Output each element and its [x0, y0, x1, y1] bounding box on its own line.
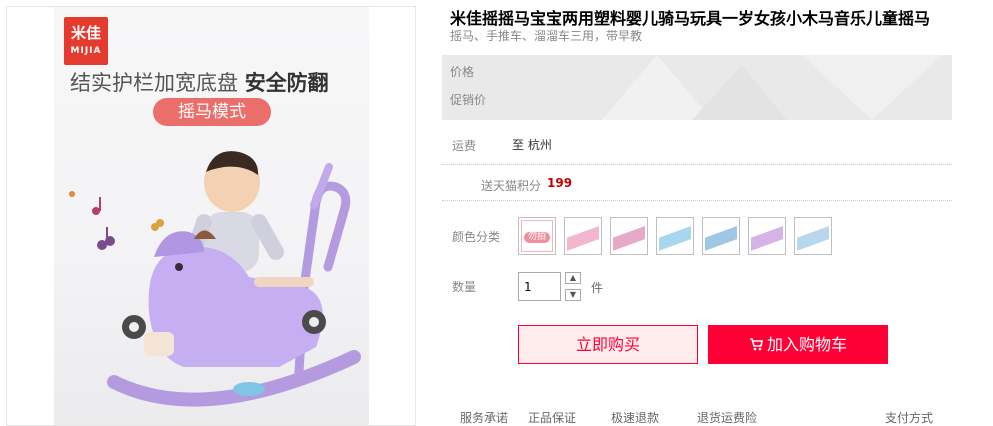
- color-option-promo[interactable]: 勿拍: [518, 217, 556, 255]
- divider: [442, 164, 952, 165]
- price-panel: 价格 促销价: [442, 55, 952, 120]
- image-headline-bold: 安全防翻: [244, 71, 329, 95]
- color-option-blue-2[interactable]: [702, 217, 740, 255]
- price-panel-background: [602, 55, 942, 120]
- quantity-increase-button[interactable]: ▲: [565, 272, 581, 284]
- price-label: 价格: [450, 65, 475, 79]
- color-label: 颜色分类: [452, 230, 501, 244]
- add-to-cart-label: 加入购物车: [766, 335, 847, 354]
- pink-rocking-horse-thumb: [567, 220, 599, 252]
- product-photo: 米佳 MIJIA 结实护栏加宽底盘 安全防翻 摇马模式: [54, 7, 369, 425]
- blue-rocking-horse-thumb: [659, 220, 691, 252]
- points-label: 送天猫积分: [481, 179, 542, 193]
- color-option-purple[interactable]: [748, 217, 786, 255]
- buy-now-button[interactable]: 立即购买: [518, 325, 698, 364]
- product-subtitle: 摇马、手推车、溜溜车三用，带早教: [450, 29, 643, 43]
- color-option-pink-2[interactable]: [610, 217, 648, 255]
- brand-logo-en: MIJIA: [70, 46, 102, 56]
- rocking-horse-illustration: [69, 151, 361, 407]
- quantity-label: 数量: [452, 280, 477, 294]
- promo-price-label: 促销价: [450, 93, 487, 107]
- shipping-destination[interactable]: 至 杭州: [512, 136, 552, 153]
- image-headline-plain: 结实护栏加宽底盘: [70, 71, 238, 95]
- chevron-up-icon: ▲: [569, 273, 577, 282]
- points-value: 199: [547, 176, 573, 190]
- color-option-blue[interactable]: [656, 217, 694, 255]
- product-title: 米佳摇摇马宝宝两用塑料婴儿骑马玩具一岁女孩小木马音乐儿童摇马: [450, 9, 931, 28]
- shipping-label: 运费: [452, 139, 477, 153]
- blue-rocking-horse-thumb: [705, 220, 737, 252]
- color-option-blue-3[interactable]: [794, 217, 832, 255]
- pink-rocking-horse-thumb: [613, 220, 645, 252]
- add-to-cart-button[interactable]: 加入购物车: [708, 325, 888, 364]
- product-main-image[interactable]: 米佳 MIJIA 结实护栏加宽底盘 安全防翻 摇马模式: [6, 6, 416, 426]
- purple-rocking-horse-thumb: [751, 220, 783, 252]
- promo-badge-text: 勿拍: [523, 232, 550, 243]
- cart-icon: [749, 338, 763, 351]
- quantity-input[interactable]: [518, 272, 561, 301]
- divider: [442, 200, 952, 201]
- blue-rocking-horse-thumb: [797, 220, 829, 252]
- brand-logo-cn: 米佳: [70, 24, 101, 42]
- quantity-decrease-button[interactable]: ▼: [565, 289, 581, 301]
- chevron-down-icon: ▼: [569, 290, 577, 299]
- promo-badge-thumb: 勿拍: [521, 220, 553, 252]
- color-option-pink[interactable]: [564, 217, 602, 255]
- quantity-unit: 件: [591, 281, 604, 295]
- mode-pill: 摇马模式: [153, 98, 271, 126]
- music-notes-decoration: [69, 191, 164, 250]
- brand-logo: 米佳 MIJIA: [64, 17, 108, 65]
- image-headline: 结实护栏加宽底盘 安全防翻: [70, 67, 329, 97]
